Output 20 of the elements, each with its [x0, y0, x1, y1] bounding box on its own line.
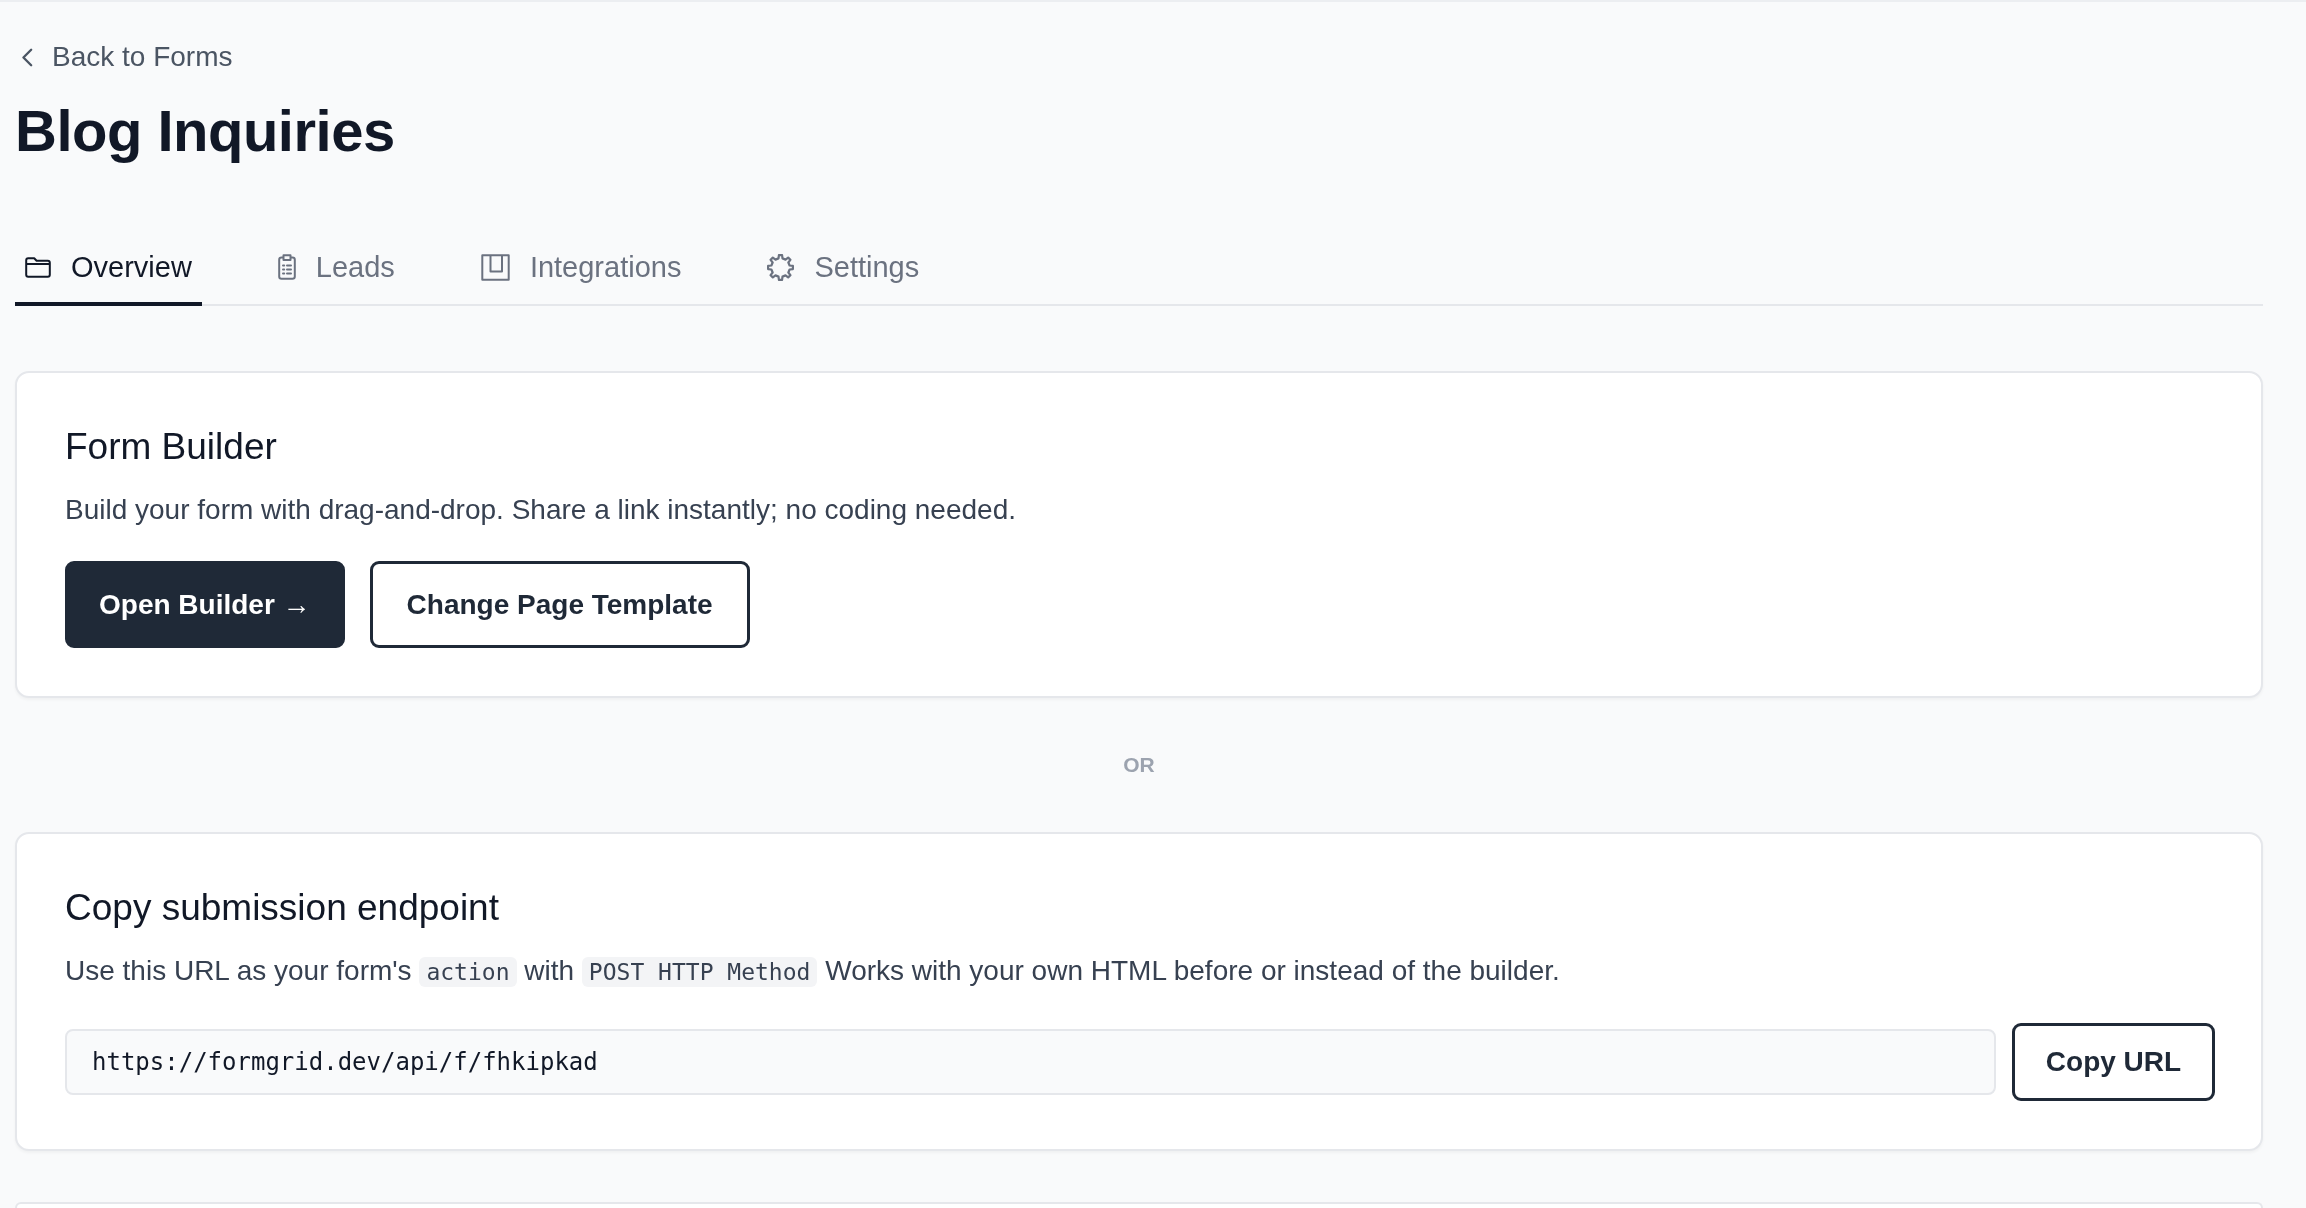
tab[interactable]: Integrations [470, 250, 692, 306]
card-title: Form Builder [65, 426, 278, 468]
page-title: Blog Inquiries [15, 97, 395, 165]
card-description: Use this URL as your form's action with POST HTTP Method Works with your own HTML before or instead of the builder. [65, 954, 1561, 989]
folder-icon [25, 256, 51, 278]
tab[interactable]: Settings [757, 250, 930, 306]
tab[interactable]: Leads [267, 250, 405, 306]
clipboard-icon [277, 254, 296, 280]
panel-icon [480, 253, 510, 281]
separator-label: OR [1123, 752, 1155, 778]
back-link[interactable]: Back to Forms [21, 41, 233, 73]
card-title: Copy submission endpoint [65, 887, 500, 929]
chevron-left-icon [21, 47, 33, 67]
change-template-button[interactable]: Change Page Template [369, 561, 750, 648]
tab[interactable]: Overview [15, 250, 202, 306]
copy-url-button[interactable]: Copy URL [2012, 1023, 2215, 1101]
url-field[interactable]: https://formgrid.dev/api/f/fhkipkad [65, 1029, 1996, 1095]
settings-icon [767, 253, 795, 281]
card-description: Build your form with drag-and-drop. Share a link instantly; no coding needed. [65, 493, 1017, 527]
open-builder-button[interactable]: Open Builder → [65, 561, 345, 648]
